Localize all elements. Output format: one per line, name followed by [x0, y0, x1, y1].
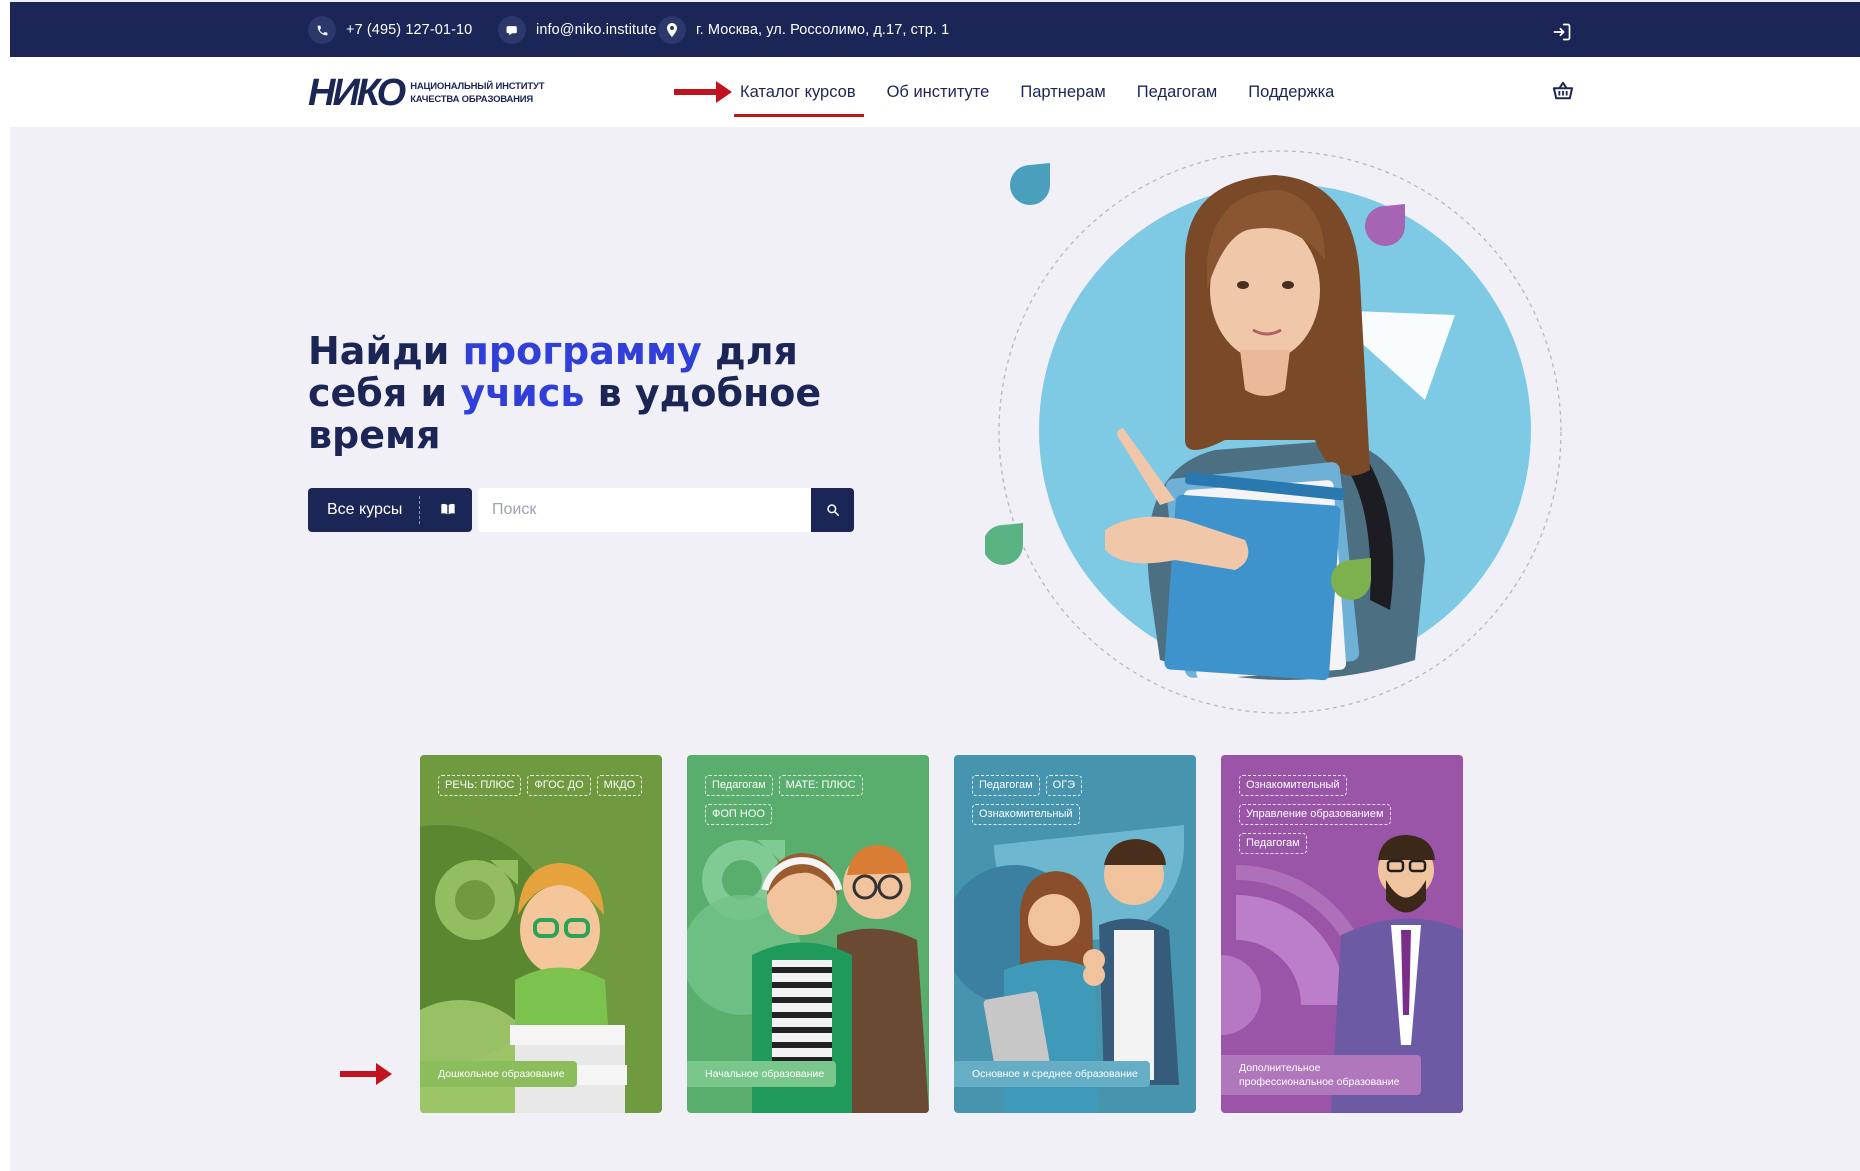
hero-title: Найди программу для себя и учись в удобн… — [308, 330, 828, 456]
search-button[interactable] — [811, 488, 854, 532]
search-icon — [826, 504, 839, 517]
card-primary-tags: Педагогам МАТЕ: ПЛЮС ФОП НОО — [705, 775, 915, 825]
phone-contact[interactable]: +7 (495) 127-01-10 — [308, 16, 472, 44]
nav-item-about[interactable]: Об институте — [887, 57, 990, 127]
address-text: г. Москва, ул. Россолимо, д.17, стр. 1 — [696, 22, 950, 38]
top-contact-bar: +7 (495) 127-01-10 info@niko.institute г… — [10, 2, 1860, 57]
book-icon — [441, 503, 455, 515]
card-primary[interactable]: Педагогам МАТЕ: ПЛЮС ФОП НОО Начальное о… — [687, 755, 929, 1113]
card-secondary-tags: Педагогам ОГЭ Ознакомительный — [972, 775, 1182, 825]
address-contact[interactable]: г. Москва, ул. Россолимо, д.17, стр. 1 — [658, 16, 949, 44]
card-preschool-tags: РЕЧЬ: ПЛЮС ФГОС ДО МКДО — [438, 775, 648, 796]
card-preschool-image — [420, 825, 627, 1113]
logo-mark: НИКО — [308, 72, 406, 114]
site-logo[interactable]: НИКО НАЦИОНАЛЬНЫЙ ИНСТИТУТ КАЧЕСТВА ОБРА… — [308, 72, 545, 114]
email-address: info@niko.institute — [536, 22, 657, 38]
card-secondary-label: Основное и среднее образование — [954, 1061, 1150, 1087]
phone-number: +7 (495) 127-01-10 — [346, 22, 473, 38]
tag[interactable]: Ознакомительный — [1239, 775, 1347, 796]
hero-title-highlight-study: учись — [460, 371, 585, 415]
card-preschool[interactable]: РЕЧЬ: ПЛЮС ФГОС ДО МКДО Дошкольное образ… — [420, 755, 662, 1113]
tag[interactable]: РЕЧЬ: ПЛЮС — [438, 775, 522, 796]
search-bar: Все курсы — [308, 488, 854, 532]
hero-title-highlight-program: программу — [462, 329, 702, 373]
card-preschool-label: Дошкольное образование — [420, 1061, 577, 1087]
basket-icon — [1552, 81, 1574, 100]
nav-item-support[interactable]: Поддержка — [1248, 57, 1334, 127]
nav-item-catalog[interactable]: Каталог курсов — [734, 57, 864, 127]
card-primary-label: Начальное образование — [687, 1061, 837, 1087]
tag[interactable]: ФОП НОО — [705, 804, 772, 825]
logo-text-line2: КАЧЕСТВА ОБРАЗОВАНИЯ — [410, 94, 534, 105]
chat-icon — [498, 16, 526, 44]
nav-item-partners[interactable]: Партнерам — [1020, 57, 1105, 127]
tag[interactable]: МКДО — [596, 775, 643, 796]
tag[interactable]: ОГЭ — [1045, 775, 1083, 796]
card-professional-tags: Ознакомительный Управление образованием … — [1239, 775, 1449, 854]
nav-item-teachers[interactable]: Педагогам — [1137, 57, 1218, 127]
card-professional-label: Дополнительное профессиональное образова… — [1221, 1055, 1421, 1095]
hero-title-part1: Найди — [308, 329, 463, 373]
login-button[interactable] — [1550, 20, 1574, 44]
tag[interactable]: Управление образованием — [1239, 804, 1391, 825]
page: +7 (495) 127-01-10 info@niko.institute г… — [10, 0, 1860, 1171]
annotation-arrow-card — [340, 1063, 392, 1085]
tag[interactable]: ФГОС ДО — [527, 775, 591, 796]
main-header: НИКО НАЦИОНАЛЬНЫЙ ИНСТИТУТ КАЧЕСТВА ОБРА… — [10, 57, 1860, 127]
phone-icon — [308, 16, 336, 44]
tag[interactable]: Педагогам — [972, 775, 1040, 796]
button-divider — [419, 496, 420, 524]
location-pin-icon — [658, 16, 686, 44]
tag[interactable]: МАТЕ: ПЛЮС — [778, 775, 863, 796]
tag[interactable]: Ознакомительный — [972, 804, 1080, 825]
login-icon — [1553, 23, 1571, 41]
logo-text-line1: НАЦИОНАЛЬНЫЙ ИНСТИТУТ — [410, 81, 545, 92]
logo-text: НАЦИОНАЛЬНЫЙ ИНСТИТУТ КАЧЕСТВА ОБРАЗОВАН… — [410, 80, 544, 106]
cart-button[interactable] — [1550, 78, 1576, 104]
tag[interactable]: Педагогам — [1239, 833, 1307, 854]
card-professional[interactable]: Ознакомительный Управление образованием … — [1221, 755, 1463, 1113]
all-courses-label: Все курсы — [327, 501, 403, 518]
card-secondary[interactable]: Педагогам ОГЭ Ознакомительный Основное и… — [954, 755, 1196, 1113]
hero-student-image — [985, 150, 1562, 714]
tag[interactable]: Педагогам — [705, 775, 773, 796]
annotation-arrow-nav — [674, 81, 732, 103]
search-input[interactable] — [478, 488, 811, 532]
main-nav: Каталог курсов Об институте Партнерам Пе… — [734, 57, 1365, 127]
all-courses-button[interactable]: Все курсы — [308, 488, 472, 532]
email-contact[interactable]: info@niko.institute — [498, 16, 657, 44]
